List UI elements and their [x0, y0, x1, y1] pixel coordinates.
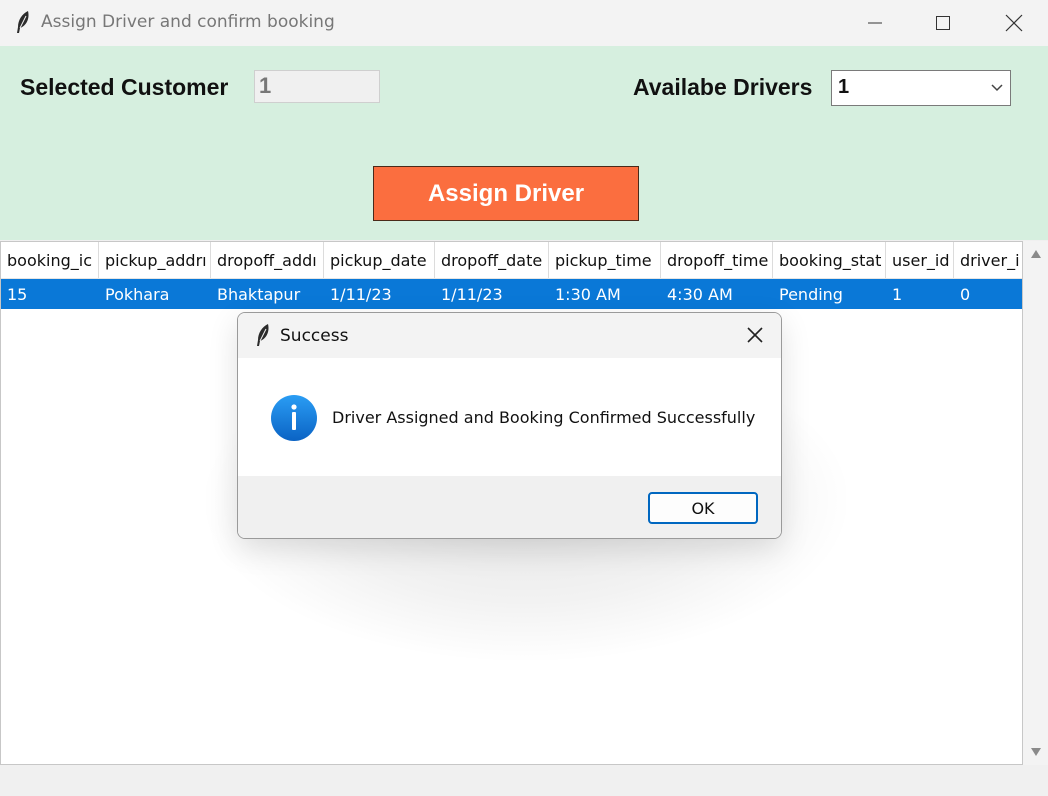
- table-cell: Bhaktapur: [217, 285, 301, 304]
- close-icon[interactable]: [743, 323, 767, 347]
- column-header[interactable]: pickup_date: [324, 242, 435, 278]
- table-cell: 4:30 AM: [667, 285, 733, 304]
- selected-customer-label: Selected Customer: [20, 74, 229, 100]
- maximize-icon: [936, 16, 950, 30]
- feather-icon: [257, 324, 269, 346]
- column-header[interactable]: pickup_addrı: [99, 242, 211, 278]
- close-button[interactable]: [979, 0, 1048, 46]
- minimize-button[interactable]: [840, 0, 910, 46]
- available-drivers-value: 1: [838, 76, 850, 98]
- column-header[interactable]: booking_ic: [1, 242, 99, 278]
- ok-button[interactable]: OK: [648, 492, 758, 524]
- table-cell: 15: [7, 285, 28, 304]
- success-dialog: Success Driver Assigned and Booking Conf…: [237, 312, 782, 539]
- table-cell: Pending: [779, 285, 843, 304]
- column-header[interactable]: dropoff_addı: [211, 242, 324, 278]
- column-header[interactable]: pickup_time: [549, 242, 661, 278]
- table-cell: 0: [960, 285, 971, 304]
- table-cell: 1:30 AM: [555, 285, 621, 304]
- column-header[interactable]: dropoff_time: [661, 242, 773, 278]
- scroll-up-icon[interactable]: [1030, 249, 1042, 259]
- main-window: Assign Driver and confirm booking Select…: [0, 0, 1048, 796]
- info-icon: [271, 395, 317, 441]
- table-cell: 1/11/23: [441, 285, 503, 304]
- dialog-title-bar: Success: [238, 313, 781, 358]
- column-header[interactable]: driver_i: [954, 242, 1022, 278]
- column-header[interactable]: user_id: [886, 242, 954, 278]
- table-cell: 1/11/23: [330, 285, 392, 304]
- table-cell: 1: [892, 285, 903, 304]
- scroll-down-icon[interactable]: [1030, 747, 1042, 757]
- dialog-title: Success: [280, 326, 349, 346]
- close-icon: [1005, 14, 1023, 32]
- title-bar: Assign Driver and confirm booking: [0, 0, 1048, 46]
- table-cell: Pokhara: [105, 285, 170, 304]
- chevron-down-icon: [991, 84, 1003, 92]
- window-title: Assign Driver and confirm booking: [41, 12, 335, 32]
- column-header[interactable]: booking_stat: [773, 242, 886, 278]
- available-drivers-label: Availabe Drivers: [633, 74, 813, 100]
- table-header: booking_ic pickup_addrı dropoff_addı pic…: [1, 242, 1022, 279]
- feather-icon: [17, 11, 29, 33]
- minimize-icon: [868, 22, 882, 24]
- bottom-bar: [0, 765, 1048, 796]
- assign-driver-button[interactable]: Assign Driver: [373, 166, 639, 221]
- selected-customer-field[interactable]: 1: [254, 70, 380, 103]
- maximize-button[interactable]: [908, 0, 978, 46]
- available-drivers-select[interactable]: 1: [831, 70, 1011, 106]
- vertical-scrollbar[interactable]: [1023, 241, 1048, 765]
- dialog-body: Driver Assigned and Booking Confirmed Su…: [238, 358, 781, 476]
- column-header[interactable]: dropoff_date: [435, 242, 549, 278]
- dialog-message: Driver Assigned and Booking Confirmed Su…: [332, 408, 756, 427]
- table-row[interactable]: 15 Pokhara Bhaktapur 1/11/23 1/11/23 1:3…: [1, 279, 1022, 309]
